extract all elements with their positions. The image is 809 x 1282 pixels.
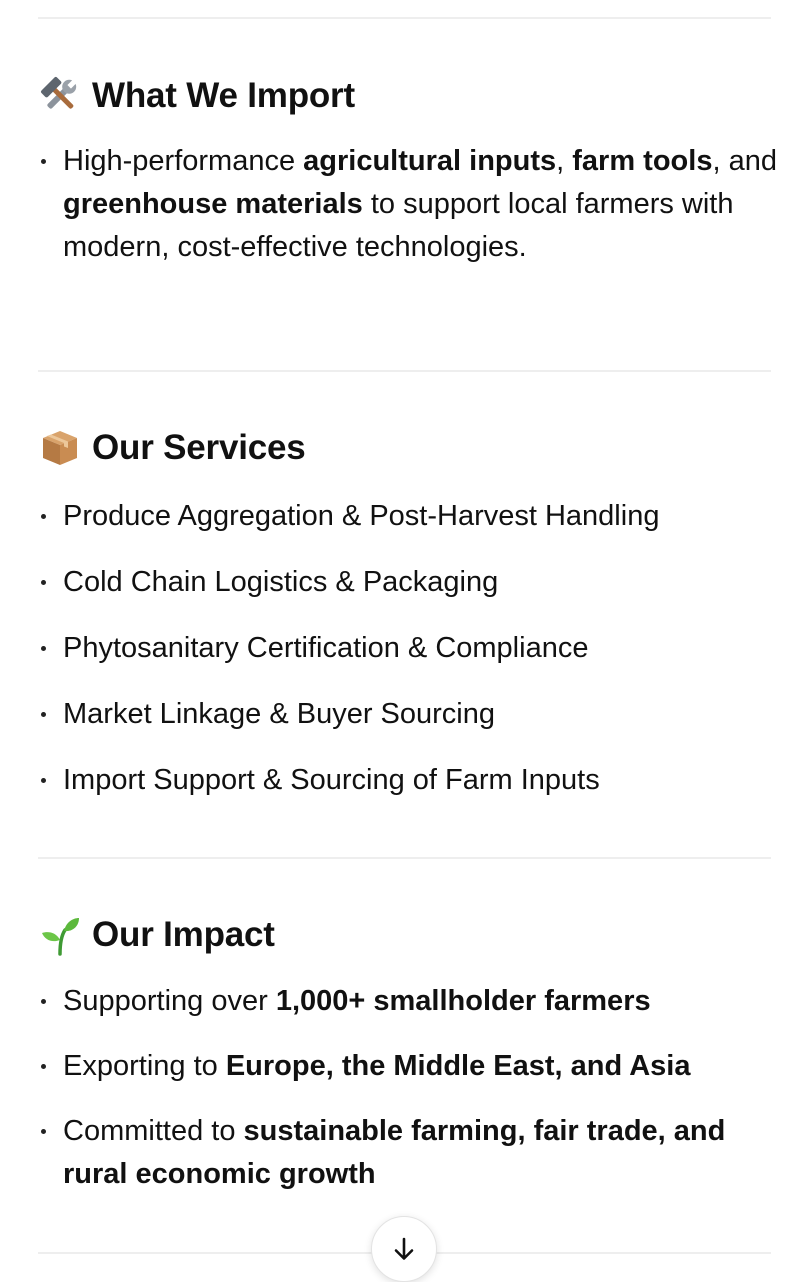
list-item: Cold Chain Logistics & Packaging	[38, 561, 778, 604]
section-divider	[38, 370, 771, 372]
our-services-section: Our Services Produce Aggregation & Post-…	[38, 424, 778, 802]
list-item: Import Support & Sourcing of Farm Inputs	[38, 759, 778, 802]
list-item: Committed to sustainable farming, fair t…	[38, 1110, 778, 1196]
import-list: High-performance agricultural inputs, fa…	[38, 140, 778, 269]
section-heading: What We Import	[38, 72, 778, 120]
section-title: Our Services	[92, 428, 306, 467]
section-heading: Our Services	[38, 424, 778, 472]
list-item: High-performance agricultural inputs, fa…	[38, 140, 778, 269]
list-item: Market Linkage & Buyer Sourcing	[38, 693, 778, 736]
section-divider	[38, 857, 771, 859]
list-item: Supporting over 1,000+ smallholder farme…	[38, 980, 778, 1023]
list-item: Produce Aggregation & Post-Harvest Handl…	[38, 495, 778, 538]
section-heading: Our Impact	[38, 911, 778, 959]
list-item: Exporting to Europe, the Middle East, an…	[38, 1045, 778, 1088]
hammer-and-wrench-icon	[38, 74, 82, 118]
section-title: Our Impact	[92, 915, 275, 954]
arrow-down-icon	[394, 1237, 414, 1260]
seedling-icon	[38, 913, 82, 957]
section-title: What We Import	[92, 76, 355, 115]
impact-list: Supporting over 1,000+ smallholder farme…	[38, 980, 778, 1196]
what-we-import-section: What We Import High-performance agricult…	[38, 72, 778, 269]
our-impact-section: Our Impact Supporting over 1,000+ smallh…	[38, 911, 778, 1196]
top-divider	[38, 17, 771, 19]
list-item: Phytosanitary Certification & Compliance	[38, 627, 778, 670]
services-list: Produce Aggregation & Post-Harvest Handl…	[38, 495, 778, 802]
package-icon	[38, 426, 82, 470]
scroll-down-button[interactable]	[371, 1216, 437, 1282]
